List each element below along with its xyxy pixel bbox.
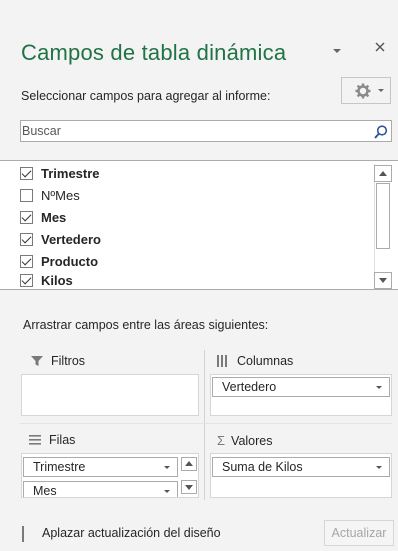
area-divider [20,423,392,424]
field-item-trimestre[interactable]: Trimestre [20,163,100,183]
rows-field-pill[interactable]: Trimestre [23,457,178,477]
columns-area-header: Columnas [217,354,293,368]
chevron-up-icon [379,171,387,176]
scroll-thumb[interactable] [376,183,390,249]
rows-label: Filas [49,433,76,447]
close-icon[interactable] [374,40,386,58]
field-label: Trimestre [41,165,100,181]
columns-field-pill[interactable]: Vertedero [212,377,390,397]
checkbox[interactable] [20,188,33,202]
values-area-header: Σ Valores [217,433,273,448]
search-input[interactable] [20,120,392,142]
scroll-down-button[interactable] [374,272,392,289]
drag-instruction: Arrastrar campos entre las áreas siguien… [23,318,269,332]
filters-drop-zone[interactable] [21,374,199,416]
checkbox[interactable] [20,254,33,268]
values-field-pill[interactable]: Suma de Kilos [212,457,390,477]
pill-label: Suma de Kilos [222,460,303,474]
defer-update-checkbox[interactable] [22,526,24,542]
checkbox[interactable] [20,274,33,287]
pill-label: Trimestre [33,460,86,474]
panel-title: Campos de tabla dinámica [21,40,287,65]
sigma-icon: Σ [217,433,226,448]
columns-label: Columnas [237,354,294,368]
scroll-up-button[interactable] [374,165,392,182]
values-label: Valores [231,433,273,448]
pill-label: Mes [33,484,57,498]
rows-field-pill[interactable]: Mes [23,481,178,498]
field-label: Mes [41,209,67,225]
chevron-down-icon[interactable] [163,488,171,496]
tools-button[interactable] [341,77,391,104]
checkbox[interactable] [20,210,33,224]
scroll-up-button[interactable] [181,457,197,471]
chevron-down-icon[interactable] [375,384,383,392]
field-label: NºMes [41,187,80,203]
field-label: Producto [41,253,99,269]
chevron-down-icon [379,278,387,283]
field-label: Vertedero [41,231,101,247]
scroll-down-button[interactable] [181,480,197,494]
field-item-nmes[interactable]: NºMes [20,185,80,205]
gear-icon [355,83,371,99]
rows-area-header: Filas [29,433,75,447]
pill-label: Vertedero [222,380,277,394]
defer-update-label: Aplazar actualización del diseño [42,526,221,540]
field-item-producto[interactable]: Producto [20,251,98,271]
subtitle: Seleccionar campos para agregar al infor… [21,89,271,103]
columns-icon [217,355,227,367]
filter-icon [31,356,43,366]
checkbox[interactable] [20,166,33,180]
chevron-up-icon [185,461,193,466]
chevron-down-icon[interactable] [375,464,383,472]
chevron-down-icon[interactable] [163,464,171,472]
chevron-down-icon [185,485,193,490]
filters-label: Filtros [51,354,86,368]
field-label: Kilos [41,273,73,288]
rows-icon [29,435,41,445]
area-divider [204,350,205,500]
update-button[interactable]: Actualizar [324,520,394,546]
field-item-kilos[interactable]: Kilos [20,273,73,288]
filters-area-header: Filtros [31,354,85,368]
chevron-down-icon [378,89,384,92]
field-item-mes[interactable]: Mes [20,207,66,227]
checkbox[interactable] [20,232,33,246]
search-placeholder: Buscar [22,124,61,138]
field-item-vertedero[interactable]: Vertedero [20,229,101,249]
search-icon[interactable] [373,124,389,140]
chevron-down-icon[interactable] [330,44,344,58]
rows-drop-zone[interactable]: Trimestre Mes [21,453,199,498]
